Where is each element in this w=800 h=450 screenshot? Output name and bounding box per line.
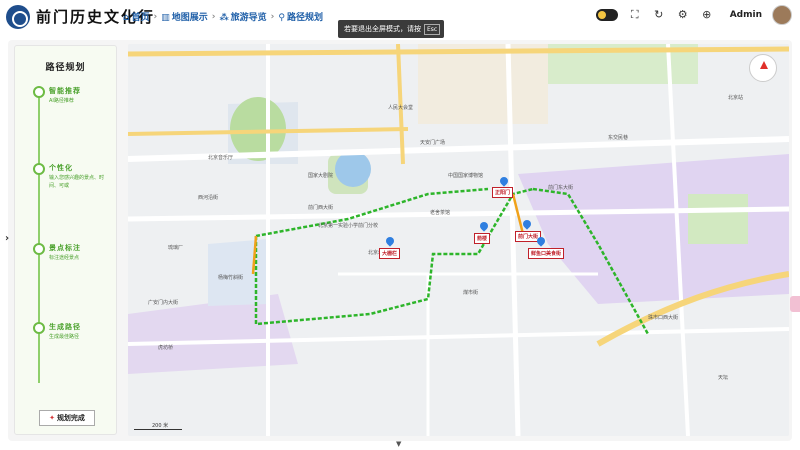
map-label: 前门西大街 bbox=[308, 205, 334, 211]
poi-label[interactable]: 大栅栏 bbox=[379, 248, 401, 259]
map-label: 人民大会堂 bbox=[388, 105, 414, 111]
map-label: 西河沿街 bbox=[198, 195, 219, 201]
step-node[interactable] bbox=[33, 86, 45, 98]
breadcrumb-route-label: 路径规划 bbox=[286, 13, 323, 23]
breadcrumb-home[interactable]: ⌂ 首页 bbox=[123, 10, 149, 23]
route-pin-icon: ⚲ bbox=[278, 13, 285, 23]
route-planning-panel: 路径规划 智能推荐 AI路径推荐 个性化 输入您感兴趣的景点、时间、可或 景点标… bbox=[14, 45, 117, 435]
map-label: 中国国家博物馆 bbox=[448, 173, 484, 179]
fullscreen-icon[interactable]: ⛶ bbox=[628, 8, 642, 22]
map-label: 广安门内大街 bbox=[148, 300, 179, 306]
home-icon: ⌂ bbox=[123, 13, 130, 23]
breadcrumb: ⌂ 首页 › ▥ 地图展示 › ⁂ 旅游导览 › ⚲ 路径规划 bbox=[123, 10, 323, 24]
poi-label[interactable]: 箭楼 bbox=[474, 233, 491, 244]
breadcrumb-separator: › bbox=[270, 11, 275, 22]
breadcrumb-map[interactable]: ▥ 地图展示 bbox=[161, 10, 208, 23]
map-icon: ▥ bbox=[161, 13, 170, 23]
map-view[interactable]: 人民大会堂 中国国家博物馆 天安门广场 北京音乐厅 前门东大街 前门西大街 东交… bbox=[128, 44, 789, 436]
locate-icon[interactable]: ⊕ bbox=[700, 8, 714, 22]
celebrate-icon: ✦ bbox=[49, 414, 55, 422]
plan-complete-label: 规划完成 bbox=[56, 414, 85, 422]
step-desc: 输入您感兴趣的景点、时间、可或 bbox=[49, 175, 105, 189]
avatar[interactable] bbox=[772, 5, 792, 25]
map-label: 天坛 bbox=[718, 375, 729, 381]
tour-icon: ⁂ bbox=[219, 13, 229, 23]
map-scale: 200 米 bbox=[134, 422, 182, 430]
side-drawer-tab[interactable] bbox=[790, 296, 800, 312]
logo[interactable] bbox=[6, 4, 30, 29]
district-area bbox=[208, 239, 268, 306]
breadcrumb-home-label: 首页 bbox=[131, 13, 150, 23]
fullscreen-tip-text: 若要退出全屏模式，请按 bbox=[344, 25, 421, 33]
compass-icon[interactable] bbox=[749, 54, 777, 82]
step-track bbox=[38, 91, 40, 383]
water-area bbox=[335, 151, 371, 187]
map-label: 东交民巷 bbox=[608, 135, 629, 141]
palace-area bbox=[418, 44, 548, 124]
step-label: 景点标注 bbox=[49, 243, 81, 252]
step-node[interactable] bbox=[33, 243, 45, 255]
map-label: 老舍茶馆 bbox=[430, 210, 451, 216]
esc-key: Esc bbox=[424, 23, 441, 35]
theme-toggle[interactable] bbox=[595, 9, 618, 21]
chevron-right-icon[interactable]: › bbox=[5, 233, 9, 244]
map-canvas bbox=[128, 44, 789, 436]
map-label: 天安门广场 bbox=[420, 140, 446, 146]
map-label: 珠市口西大街 bbox=[648, 315, 679, 321]
step-label: 智能推荐 bbox=[49, 86, 81, 95]
breadcrumb-separator: › bbox=[153, 11, 158, 22]
user-name[interactable]: Admin bbox=[730, 10, 762, 20]
map-label: 北京音乐厅 bbox=[208, 155, 234, 161]
settings-icon[interactable]: ⚙ bbox=[676, 8, 690, 22]
panel-title: 路径规划 bbox=[45, 63, 86, 73]
map-label: 北京第一实验小学前门分校 bbox=[318, 223, 379, 229]
map-label: 国家大剧院 bbox=[308, 173, 334, 179]
poi-label[interactable]: 正阳门 bbox=[492, 187, 514, 198]
breadcrumb-tour[interactable]: ⁂ 旅游导览 bbox=[219, 10, 266, 23]
park-area bbox=[688, 194, 748, 244]
map-label: 北京站 bbox=[728, 95, 744, 101]
breadcrumb-separator: › bbox=[211, 11, 216, 22]
plan-complete-button[interactable]: ✦ 规划完成 bbox=[39, 410, 95, 426]
step-desc: AI路径推荐 bbox=[49, 98, 74, 104]
step-desc: 标注途经景点 bbox=[49, 255, 80, 261]
fullscreen-tip: 若要退出全屏模式，请按 Esc bbox=[338, 20, 444, 38]
map-label: 杨梅竹斜街 bbox=[218, 275, 244, 281]
map-label: 前门东大街 bbox=[548, 185, 574, 191]
header-toolbar: ⛶ ↻ ⚙ ⊕ Admin bbox=[595, 5, 792, 25]
refresh-icon[interactable]: ↻ bbox=[652, 8, 666, 22]
map-label: 琉璃厂 bbox=[168, 245, 184, 251]
park-area bbox=[230, 97, 286, 161]
step-node[interactable] bbox=[33, 163, 45, 175]
map-label: 虎坊桥 bbox=[158, 345, 174, 351]
map-label: 煤市街 bbox=[463, 290, 479, 296]
top-header: 前门历史文化行 ⌂ 首页 › ▥ 地图展示 › ⁂ 旅游导览 › ⚲ 路径规划 若要退出… bbox=[0, 0, 800, 38]
step-label: 个性化 bbox=[49, 163, 73, 172]
step-desc: 生成最佳路径 bbox=[49, 334, 80, 340]
breadcrumb-map-label: 地图展示 bbox=[171, 13, 208, 23]
breadcrumb-tour-label: 旅游导览 bbox=[230, 13, 267, 23]
step-node[interactable] bbox=[33, 322, 45, 334]
chevron-down-icon[interactable]: ▼ bbox=[396, 440, 401, 448]
step-label: 生成路径 bbox=[49, 322, 81, 331]
poi-label[interactable]: 鲜鱼口美食街 bbox=[528, 248, 565, 259]
breadcrumb-route[interactable]: ⚲ 路径规划 bbox=[278, 10, 323, 23]
